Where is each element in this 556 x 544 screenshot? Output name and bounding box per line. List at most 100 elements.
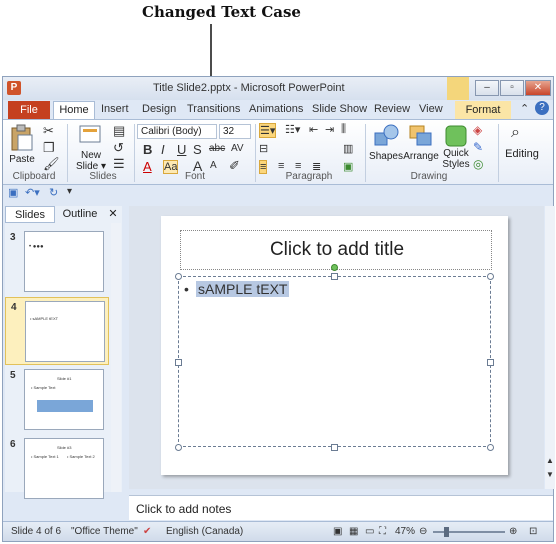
normal-view-icon[interactable]: ▣ <box>333 526 342 537</box>
zoom-level[interactable]: 47% <box>395 526 415 537</box>
maximize-button[interactable]: ▫ <box>500 80 524 96</box>
close-button[interactable]: ✕ <box>525 80 551 96</box>
align-text-icon[interactable]: ⊟ <box>259 142 268 155</box>
rotate-handle[interactable] <box>331 264 338 271</box>
reset-icon[interactable]: ↺ <box>113 140 124 156</box>
redo-icon[interactable]: ↻ <box>49 186 58 199</box>
character-spacing-button[interactable]: AV <box>231 143 244 154</box>
cut-icon[interactable]: ✂ <box>43 123 54 139</box>
customize-qat-icon[interactable]: ▾ <box>67 186 72 197</box>
format-painter-icon[interactable]: 🖌 <box>43 156 60 172</box>
paste-button[interactable]: Paste <box>6 154 38 165</box>
shrink-font-button[interactable]: A <box>210 160 217 171</box>
tab-view[interactable]: View <box>419 103 443 115</box>
notes-placeholder: Click to add notes <box>136 502 232 516</box>
fit-slide-icon[interactable]: ⊡ <box>529 526 537 537</box>
font-name-dropdown[interactable]: Calibri (Body) <box>137 124 217 139</box>
resize-handle[interactable] <box>487 444 494 451</box>
thumb-text: • Sample Text 1 <box>31 454 59 459</box>
language[interactable]: English (Canada) <box>166 526 243 537</box>
resize-handle[interactable] <box>487 359 494 366</box>
copy-icon[interactable]: ❐ <box>43 140 55 156</box>
tab-slides-pane[interactable]: Slides <box>5 206 55 223</box>
tab-review[interactable]: Review <box>374 103 410 115</box>
resize-handle[interactable] <box>175 273 182 280</box>
tab-outline-pane[interactable]: Outline <box>57 206 103 223</box>
increase-indent-icon[interactable]: ⇥ <box>325 123 334 136</box>
undo-icon[interactable]: ↶▾ <box>25 186 40 199</box>
shape-effects-icon[interactable]: ◎ <box>473 157 483 171</box>
tab-home[interactable]: Home <box>53 101 95 120</box>
new-slide-button[interactable]: New Slide ▾ <box>73 150 109 172</box>
zoom-slider-thumb[interactable] <box>444 527 449 537</box>
resize-handle[interactable] <box>175 444 182 451</box>
tab-insert[interactable]: Insert <box>101 103 129 115</box>
help-icon[interactable]: ? <box>535 101 549 115</box>
quick-styles-icon[interactable] <box>443 123 469 149</box>
reading-view-icon[interactable]: ▭ <box>365 526 374 537</box>
numbering-icon[interactable]: ☷▾ <box>285 123 300 136</box>
slide-sorter-icon[interactable]: ▦ <box>349 526 358 537</box>
thumb-text: • Sample Text 2 <box>67 454 95 459</box>
thumb-text: • sAMPLE tEXT <box>30 316 59 321</box>
tab-format[interactable]: Format <box>455 101 511 119</box>
slide-thumbnail-6[interactable]: 6 Slide #3 • Sample Text 1 • Sample Text… <box>5 435 109 503</box>
next-slide-icon[interactable]: ▼ <box>546 470 554 479</box>
strikethrough-button[interactable]: abc <box>209 143 225 154</box>
selected-text[interactable]: sAMPLE tEXT <box>196 281 290 297</box>
resize-handle[interactable] <box>487 273 494 280</box>
collapse-ribbon-icon[interactable]: ⌃ <box>520 102 529 115</box>
shape-fill-icon[interactable]: ◈ <box>473 123 482 137</box>
bold-button[interactable]: B <box>143 142 152 157</box>
slide-thumbnail-5[interactable]: 5 Slide #1 • Sample Text <box>5 366 109 434</box>
section-icon[interactable]: ☰ <box>113 156 125 172</box>
shadow-button[interactable]: S <box>193 142 202 157</box>
arrange-button[interactable]: Arrange <box>403 151 439 162</box>
tab-slide-show[interactable]: Slide Show <box>312 103 367 115</box>
shapes-button[interactable]: Shapes <box>369 151 403 162</box>
thumb-text: • Sample Text <box>31 385 56 390</box>
zoom-in-icon[interactable]: ⊕ <box>509 526 517 537</box>
tab-transitions[interactable]: Transitions <box>187 103 240 115</box>
bullets-icon[interactable]: ☰▾ <box>259 123 277 138</box>
content-placeholder[interactable]: • sAMPLE tEXT <box>178 276 491 447</box>
underline-button[interactable]: U <box>177 142 186 157</box>
resize-handle[interactable] <box>175 359 182 366</box>
italic-button[interactable]: I <box>161 142 165 157</box>
font-size-dropdown[interactable]: 32 <box>219 124 251 139</box>
decrease-indent-icon[interactable]: ⇤ <box>309 123 318 136</box>
arrange-icon[interactable] <box>407 123 435 149</box>
editing-button[interactable]: Editing <box>500 148 544 160</box>
title-bar: P Title Slide2.pptx - Microsoft PowerPoi… <box>3 77 553 100</box>
bullet-icon: • <box>184 281 189 297</box>
tab-design[interactable]: Design <box>142 103 176 115</box>
slide-thumbnail-4[interactable]: 4 • sAMPLE tEXT <box>5 297 109 365</box>
paste-icon[interactable] <box>9 124 35 152</box>
zoom-out-icon[interactable]: ⊖ <box>419 526 427 537</box>
resize-handle[interactable] <box>331 444 338 451</box>
slide-scrollbar[interactable]: ▲ ▼ <box>545 206 555 489</box>
new-slide-icon[interactable] <box>78 123 104 149</box>
powerpoint-app-icon[interactable]: P <box>7 81 21 95</box>
binoculars-icon[interactable]: ⌕ <box>511 124 520 142</box>
layout-icon[interactable]: ▤ <box>113 123 125 139</box>
prev-slide-icon[interactable]: ▲ <box>546 456 554 465</box>
tab-animations[interactable]: Animations <box>249 103 303 115</box>
text-direction-icon[interactable]: ⫼ <box>341 123 346 136</box>
slides-pane-scrollbar[interactable] <box>111 223 121 492</box>
quick-styles-button[interactable]: Quick Styles <box>439 148 473 170</box>
slide-thumbnail-3[interactable]: 3 • ●●● <box>5 228 109 296</box>
shape-outline-icon[interactable]: ✎ <box>473 140 483 154</box>
minimize-button[interactable]: – <box>475 80 499 96</box>
notes-pane[interactable]: Click to add notes <box>129 495 553 520</box>
save-icon[interactable]: ▣ <box>8 186 18 199</box>
columns-icon[interactable]: ▥ <box>343 142 353 155</box>
close-pane-icon[interactable]: ✕ <box>105 206 121 223</box>
resize-handle[interactable] <box>331 273 338 280</box>
slide[interactable]: Click to add title • sAMPLE tEXT <box>161 216 508 475</box>
shapes-icon[interactable] <box>373 123 401 149</box>
slideshow-view-icon[interactable]: ⛶ <box>379 526 386 537</box>
quick-access-toolbar: ▣ ↶▾ ↻ ▾ <box>3 186 553 202</box>
tab-file[interactable]: File <box>8 101 50 119</box>
spelling-icon[interactable]: ✔ <box>143 526 151 537</box>
